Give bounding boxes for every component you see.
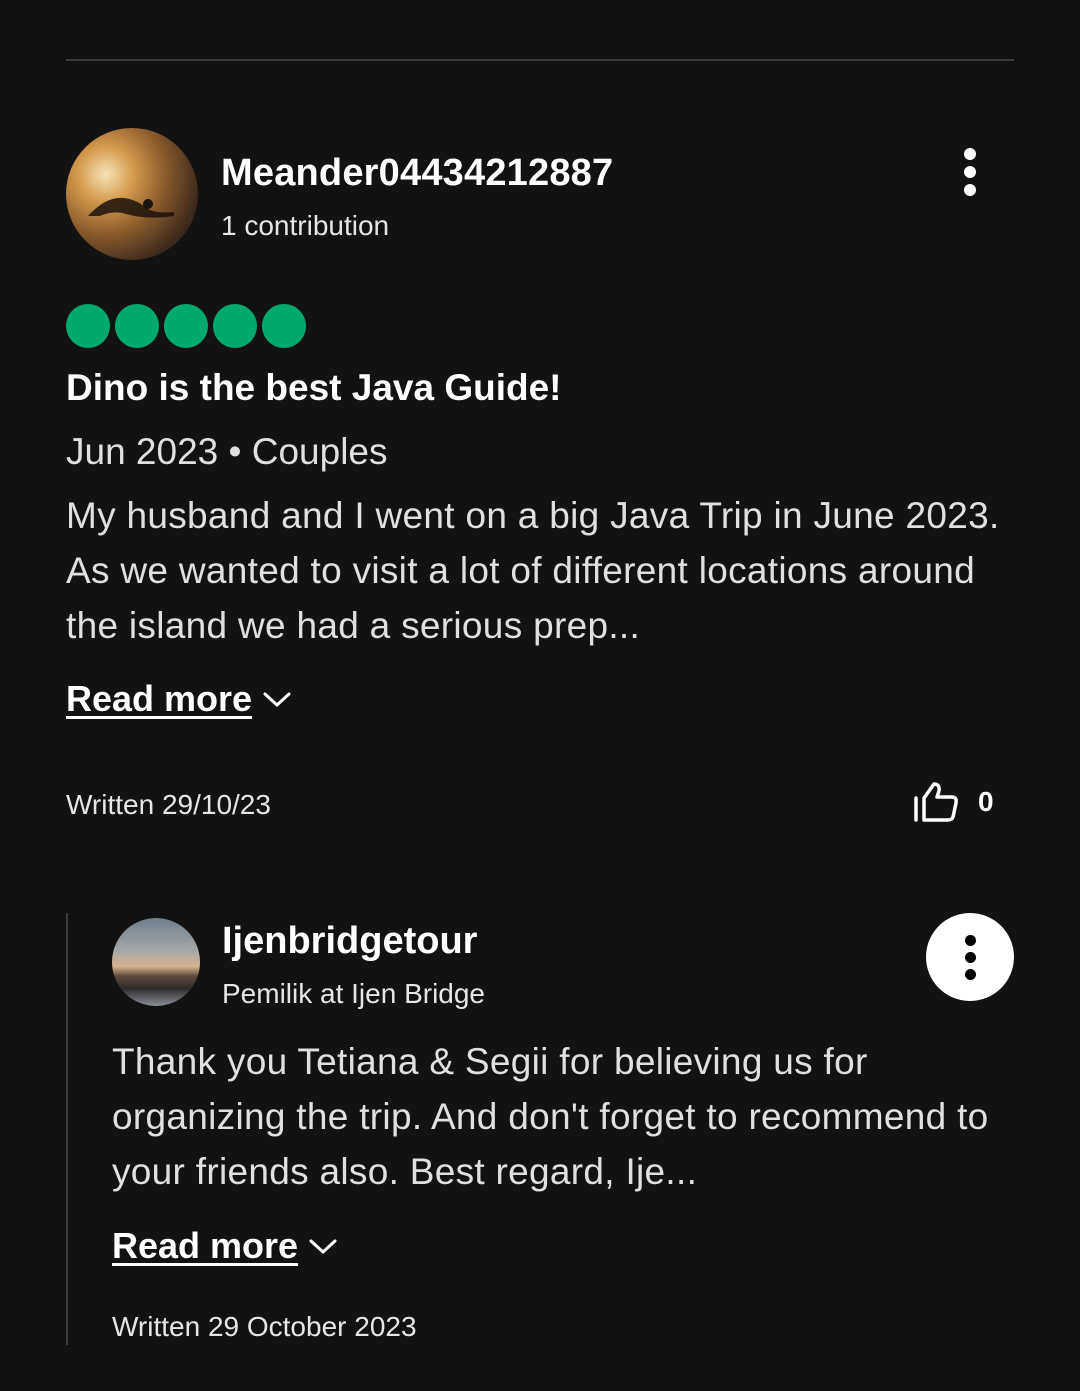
rating-bubble-filled — [115, 304, 159, 348]
reviewer-contributions: 1 contribution — [221, 210, 390, 241]
kebab-dot — [964, 968, 976, 980]
kebab-dot — [964, 934, 976, 946]
reply-body: Thank you Tetiana & Segii for believing … — [112, 1041, 989, 1192]
kebab-dot — [964, 184, 976, 196]
rating-bubble-filled — [262, 304, 306, 348]
reply-more-options-button[interactable] — [926, 913, 1014, 1001]
kebab-dot — [964, 166, 976, 178]
chevron-down-icon — [309, 1239, 337, 1254]
reply-written-date: Written 29 October 2023 — [112, 1311, 417, 1342]
owner-role: Pemilik at Ijen Bridge — [222, 978, 486, 1009]
kebab-dot — [964, 148, 976, 160]
top-divider — [66, 59, 1014, 61]
reply-indent-line — [66, 913, 68, 1345]
reviewer-username[interactable]: Meander04434212887 — [221, 152, 613, 195]
rating-bubble-filled — [66, 304, 110, 348]
thumbs-up-icon — [914, 782, 958, 822]
read-more-label: Read more — [66, 678, 253, 719]
kebab-dot — [964, 951, 976, 963]
owner-avatar[interactable] — [112, 918, 200, 1006]
reply-read-more-button[interactable]: Read more — [112, 1225, 338, 1267]
read-more-label: Read more — [112, 1225, 299, 1266]
review-written-date: Written 29/10/23 — [66, 789, 271, 820]
chevron-down-icon — [263, 692, 291, 707]
owner-name[interactable]: Ijenbridgetour — [222, 920, 477, 963]
review-title: Dino is the best Java Guide! — [66, 367, 562, 408]
rating-bubbles — [66, 304, 306, 348]
swimmer-silhouette — [88, 197, 174, 218]
review-more-options-button[interactable] — [952, 146, 988, 198]
reviewer-avatar[interactable] — [66, 128, 198, 260]
review-trip-meta: Jun 2023 • Couples — [66, 431, 388, 472]
review-read-more-button[interactable]: Read more — [66, 678, 292, 720]
rating-bubble-filled — [164, 304, 208, 348]
helpful-vote-button[interactable]: 0 — [912, 780, 994, 824]
helpful-count: 0 — [978, 786, 994, 817]
rating-bubble-filled — [213, 304, 257, 348]
review-body: My husband and I went on a big Java Trip… — [66, 495, 1000, 646]
